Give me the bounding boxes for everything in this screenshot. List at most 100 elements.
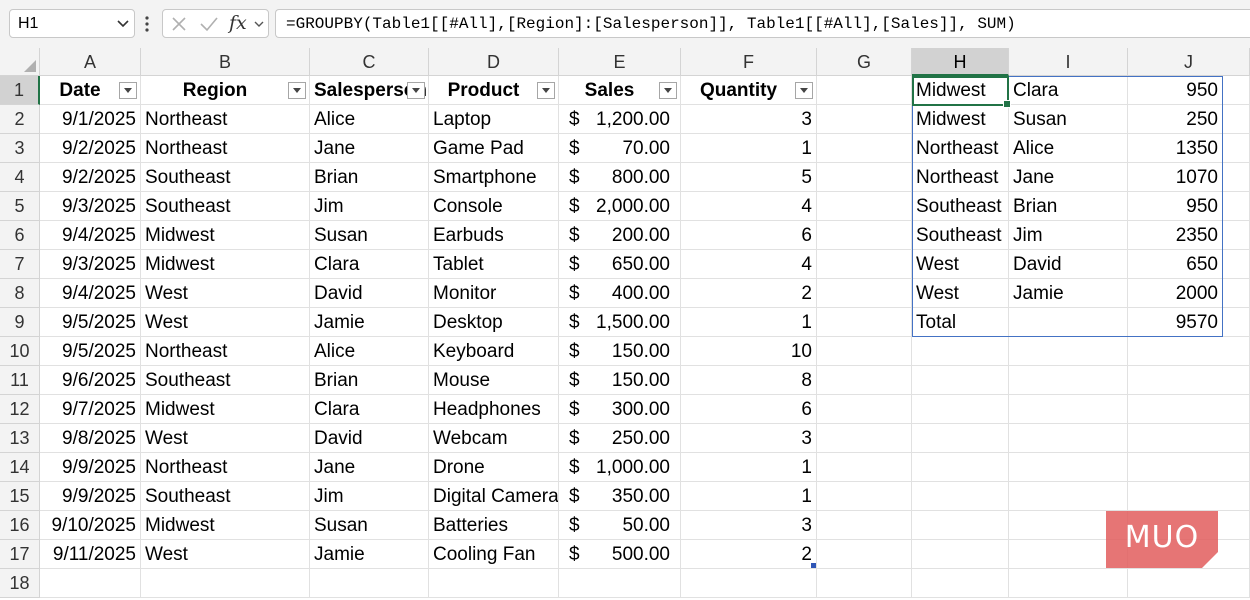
column-header[interactable]: H (912, 48, 1009, 76)
groupby-region-cell[interactable]: Midwest (912, 76, 1009, 105)
grid-cell[interactable] (912, 453, 1009, 482)
grid-cell[interactable] (912, 511, 1009, 540)
table-cell-region[interactable]: Northeast (141, 337, 310, 366)
table-cell-salesperson[interactable]: David (310, 279, 429, 308)
table-cell-sales[interactable]: $70.00 (559, 134, 681, 163)
table-cell-region[interactable]: Midwest (141, 221, 310, 250)
groupby-salesperson-cell[interactable]: Jane (1009, 163, 1128, 192)
grid-cell[interactable] (817, 308, 912, 337)
row-header[interactable]: 1 (0, 76, 40, 105)
grid-cell[interactable] (1009, 395, 1128, 424)
groupby-salesperson-cell[interactable]: Susan (1009, 105, 1128, 134)
groupby-region-cell[interactable]: Midwest (912, 105, 1009, 134)
chevron-down-icon[interactable] (253, 18, 265, 30)
grid-cell[interactable] (912, 540, 1009, 569)
cancel-icon[interactable] (171, 16, 187, 32)
groupby-salesperson-cell[interactable]: Brian (1009, 192, 1128, 221)
table-cell-sales[interactable]: $400.00 (559, 279, 681, 308)
select-all-button[interactable] (0, 48, 40, 76)
table-cell-product[interactable]: Laptop (429, 105, 559, 134)
grid-cell[interactable] (817, 424, 912, 453)
table-cell-date[interactable]: 9/6/2025 (40, 366, 141, 395)
grid-cell[interactable] (817, 366, 912, 395)
table-cell-sales[interactable]: $800.00 (559, 163, 681, 192)
table-cell-region[interactable]: Southeast (141, 482, 310, 511)
table-cell-quantity[interactable]: 2 (681, 279, 817, 308)
grid-cell[interactable] (817, 540, 912, 569)
table-cell-salesperson[interactable]: Jane (310, 453, 429, 482)
filter-dropdown-icon[interactable] (407, 82, 425, 99)
table-header-cell[interactable]: Salesperson (310, 76, 429, 105)
grid-cell[interactable] (1128, 482, 1250, 511)
table-cell-product[interactable]: Webcam (429, 424, 559, 453)
table-cell-sales[interactable]: $2,000.00 (559, 192, 681, 221)
table-cell-sales[interactable]: $150.00 (559, 337, 681, 366)
table-cell-salesperson[interactable]: Clara (310, 250, 429, 279)
groupby-salesperson-cell[interactable] (1009, 308, 1128, 337)
name-box[interactable]: H1 (9, 9, 135, 38)
table-cell-sales[interactable]: $300.00 (559, 395, 681, 424)
table-cell-salesperson[interactable]: Alice (310, 337, 429, 366)
filter-dropdown-icon[interactable] (288, 82, 306, 99)
grid-cell[interactable] (1009, 424, 1128, 453)
table-cell-product[interactable]: Digital Camera (429, 482, 559, 511)
table-cell-date[interactable]: 9/2/2025 (40, 134, 141, 163)
groupby-region-cell[interactable]: Northeast (912, 134, 1009, 163)
table-cell-region[interactable]: West (141, 308, 310, 337)
table-cell-product[interactable]: Console (429, 192, 559, 221)
table-header-cell[interactable]: Quantity (681, 76, 817, 105)
groupby-salesperson-cell[interactable]: David (1009, 250, 1128, 279)
table-cell-salesperson[interactable]: Alice (310, 105, 429, 134)
table-cell-product[interactable]: Game Pad (429, 134, 559, 163)
chevron-down-icon[interactable] (116, 18, 130, 30)
table-header-cell[interactable]: Sales (559, 76, 681, 105)
table-cell-sales[interactable]: $150.00 (559, 366, 681, 395)
table-cell-quantity[interactable]: 8 (681, 366, 817, 395)
row-header[interactable]: 2 (0, 105, 40, 134)
row-header[interactable]: 17 (0, 540, 40, 569)
table-cell-quantity[interactable]: 3 (681, 424, 817, 453)
row-header[interactable]: 9 (0, 308, 40, 337)
grid-cell[interactable] (912, 424, 1009, 453)
grid-cell[interactable] (1009, 337, 1128, 366)
grid-cell[interactable] (912, 366, 1009, 395)
table-cell-salesperson[interactable]: Jane (310, 134, 429, 163)
grid-cell[interactable] (817, 453, 912, 482)
table-header-cell[interactable]: Region (141, 76, 310, 105)
column-header[interactable]: E (559, 48, 681, 76)
grid-cell[interactable] (817, 76, 912, 105)
table-cell-sales[interactable]: $500.00 (559, 540, 681, 569)
table-cell-region[interactable]: Midwest (141, 511, 310, 540)
row-header[interactable]: 12 (0, 395, 40, 424)
table-cell-product[interactable]: Keyboard (429, 337, 559, 366)
filter-dropdown-icon[interactable] (537, 82, 555, 99)
row-header[interactable]: 8 (0, 279, 40, 308)
grid-cell[interactable] (817, 250, 912, 279)
row-header[interactable]: 6 (0, 221, 40, 250)
table-cell-region[interactable]: West (141, 540, 310, 569)
grid-cell[interactable] (1128, 569, 1250, 598)
grid-cell[interactable] (817, 482, 912, 511)
table-cell-quantity[interactable]: 6 (681, 221, 817, 250)
filter-dropdown-icon[interactable] (795, 82, 813, 99)
table-cell-quantity[interactable]: 1 (681, 482, 817, 511)
table-cell-product[interactable]: Mouse (429, 366, 559, 395)
column-header[interactable]: C (310, 48, 429, 76)
table-cell-salesperson[interactable]: Jamie (310, 308, 429, 337)
more-options-icon[interactable] (143, 13, 151, 35)
table-cell-date[interactable]: 9/1/2025 (40, 105, 141, 134)
table-cell-date[interactable]: 9/8/2025 (40, 424, 141, 453)
groupby-region-cell[interactable]: Total (912, 308, 1009, 337)
grid-cell[interactable] (817, 395, 912, 424)
table-cell-salesperson[interactable]: Clara (310, 395, 429, 424)
table-header-cell[interactable]: Date (40, 76, 141, 105)
grid-cell[interactable] (817, 279, 912, 308)
groupby-total-cell[interactable]: 9570 (1128, 308, 1223, 337)
table-resize-handle[interactable] (811, 563, 816, 568)
column-header[interactable]: G (817, 48, 912, 76)
table-cell-date[interactable]: 9/4/2025 (40, 279, 141, 308)
table-cell-quantity[interactable]: 10 (681, 337, 817, 366)
table-cell-region[interactable]: Southeast (141, 163, 310, 192)
table-cell-region[interactable]: West (141, 424, 310, 453)
groupby-total-cell[interactable]: 1070 (1128, 163, 1223, 192)
